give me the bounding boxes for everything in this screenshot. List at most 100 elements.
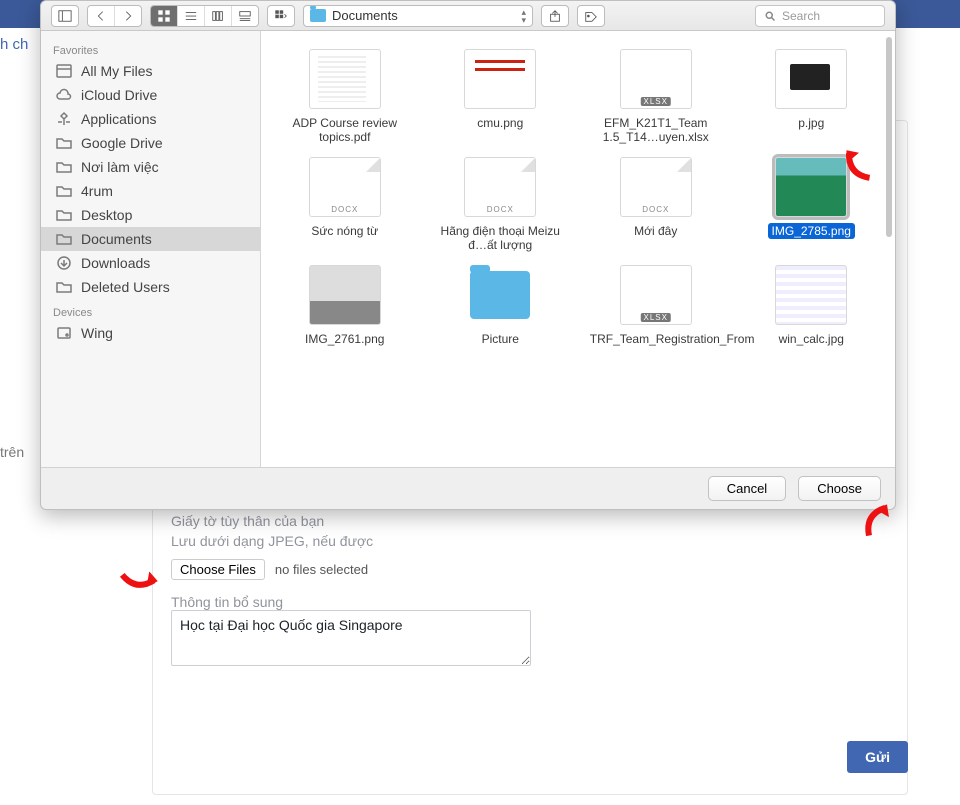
cancel-button[interactable]: Cancel <box>708 476 786 501</box>
tag-group <box>577 5 605 27</box>
file-item[interactable]: Picture <box>423 261 579 349</box>
sidebar-item-all-my-files[interactable]: All My Files <box>41 59 260 83</box>
file-thumb <box>464 265 536 325</box>
choose-files-button[interactable]: Choose Files <box>171 559 265 580</box>
location-label: Documents <box>332 8 398 23</box>
file-name: Picture <box>478 331 523 347</box>
sidebar-device-wing[interactable]: Wing <box>41 321 260 345</box>
file-name: win_calc.jpg <box>775 331 848 347</box>
file-item[interactable]: ADP Course review topics.pdf <box>267 45 423 147</box>
apps-icon <box>55 112 73 126</box>
file-thumb <box>464 49 536 109</box>
column-view-button[interactable] <box>205 6 232 26</box>
sidebar-item-label: Wing <box>81 325 113 341</box>
coverflow-view-button[interactable] <box>232 6 258 26</box>
file-name: IMG_2785.png <box>768 223 855 239</box>
file-name: EFM_K21T1_Team 1.5_T14…uyen.xlsx <box>586 115 726 145</box>
view-group <box>150 5 259 27</box>
file-item[interactable]: win_calc.jpg <box>734 261 890 349</box>
sidebar-item-label: Desktop <box>81 207 132 223</box>
file-name: ADP Course review topics.pdf <box>275 115 415 145</box>
location-dropdown[interactable]: Documents ▴▾ <box>303 5 533 27</box>
sidebar-item-label: All My Files <box>81 63 153 79</box>
file-thumb <box>620 49 692 109</box>
folder-icon <box>55 184 73 198</box>
sidebar-item-label: iCloud Drive <box>81 87 157 103</box>
sidebar-item-label: Deleted Users <box>81 279 170 295</box>
sidebar-item-4rum[interactable]: 4rum <box>41 179 260 203</box>
devices-header: Devices <box>41 299 260 321</box>
icon-view-button[interactable] <box>151 6 178 26</box>
file-item[interactable]: Sức nóng từ <box>267 153 423 255</box>
back-button[interactable] <box>88 6 115 26</box>
open-file-dialog: Documents ▴▾ Search Favorites All My Fil… <box>40 0 896 510</box>
file-item[interactable]: Hãng điện thoại Meizu đ…ất lượng <box>423 153 579 255</box>
file-item[interactable]: IMG_2761.png <box>267 261 423 349</box>
folder-icon <box>55 136 73 150</box>
file-thumb <box>309 49 381 109</box>
file-browser[interactable]: ADP Course review topics.pdf cmu.pngEFM_K… <box>261 31 895 467</box>
cloud-icon <box>55 88 73 102</box>
dialog-toolbar: Documents ▴▾ Search <box>41 1 895 31</box>
sidebar-item-documents[interactable]: Documents <box>41 227 260 251</box>
choose-button[interactable]: Choose <box>798 476 881 501</box>
sidebar-item-label: 4rum <box>81 183 113 199</box>
file-thumb <box>309 157 381 217</box>
search-icon <box>764 10 776 22</box>
share-button[interactable] <box>542 6 568 26</box>
file-thumb <box>620 157 692 217</box>
sidebar-item-label: Applications <box>81 111 157 127</box>
sidebar-item-label: Google Drive <box>81 135 163 151</box>
sidebar-item-desktop[interactable]: Desktop <box>41 203 260 227</box>
header-link[interactable]: h ch <box>0 36 28 53</box>
file-name: TRF_Team_Registration_From <box>586 331 726 347</box>
sidebar-item-label: Downloads <box>81 255 150 271</box>
left-side-text: trên <box>0 444 24 460</box>
file-item[interactable]: cmu.png <box>423 45 579 147</box>
sidebar-item-applications[interactable]: Applications <box>41 107 260 131</box>
download-icon <box>55 256 73 270</box>
file-thumb <box>775 265 847 325</box>
id-hint: Lưu dưới dạng JPEG, nếu được <box>171 533 889 549</box>
chevron-updown-icon: ▴▾ <box>521 8 526 24</box>
file-thumb <box>775 157 847 217</box>
file-name: Hãng điện thoại Meizu đ…ất lượng <box>430 223 570 253</box>
file-thumb <box>620 265 692 325</box>
file-thumb <box>309 265 381 325</box>
scrollbar[interactable] <box>886 37 892 237</box>
folder-icon <box>310 9 326 22</box>
sidebar-toggle[interactable] <box>52 6 78 26</box>
folder-icon <box>55 280 73 294</box>
file-name: IMG_2761.png <box>301 331 388 347</box>
sidebar: Favorites All My FilesiCloud DriveApplic… <box>41 31 261 467</box>
sidebar-item-downloads[interactable]: Downloads <box>41 251 260 275</box>
submit-button[interactable]: Gửi <box>847 741 908 773</box>
share-group <box>541 5 569 27</box>
nav-group <box>87 5 142 27</box>
id-label: Giấy tờ tùy thân của bạn <box>171 513 889 529</box>
sidebar-item-icloud-drive[interactable]: iCloud Drive <box>41 83 260 107</box>
search-placeholder: Search <box>782 9 820 23</box>
sidebar-item-n-i-l-m-vi-c[interactable]: Nơi làm việc <box>41 155 260 179</box>
search-field[interactable]: Search <box>755 5 885 27</box>
file-thumb <box>464 157 536 217</box>
sidebar-item-google-drive[interactable]: Google Drive <box>41 131 260 155</box>
extra-textarea[interactable]: Học tại Đại học Quốc gia Singapore <box>171 610 531 666</box>
tag-button[interactable] <box>578 6 604 26</box>
file-name: Mới đây <box>630 223 681 239</box>
list-view-button[interactable] <box>178 6 205 26</box>
folder-icon <box>55 160 73 174</box>
no-files-text: no files selected <box>275 562 368 577</box>
file-item[interactable]: Mới đây <box>578 153 734 255</box>
sidebar-item-deleted-users[interactable]: Deleted Users <box>41 275 260 299</box>
file-item[interactable]: IMG_2785.png <box>734 153 890 255</box>
file-thumb <box>775 49 847 109</box>
file-item[interactable]: EFM_K21T1_Team 1.5_T14…uyen.xlsx <box>578 45 734 147</box>
dialog-footer: Cancel Choose <box>41 467 895 509</box>
arrange-button[interactable] <box>268 6 294 26</box>
file-item[interactable]: TRF_Team_Registration_From <box>578 261 734 349</box>
forward-button[interactable] <box>115 6 141 26</box>
folder-icon <box>55 208 73 222</box>
file-item[interactable]: p.jpg <box>734 45 890 147</box>
file-name: p.jpg <box>794 115 828 131</box>
